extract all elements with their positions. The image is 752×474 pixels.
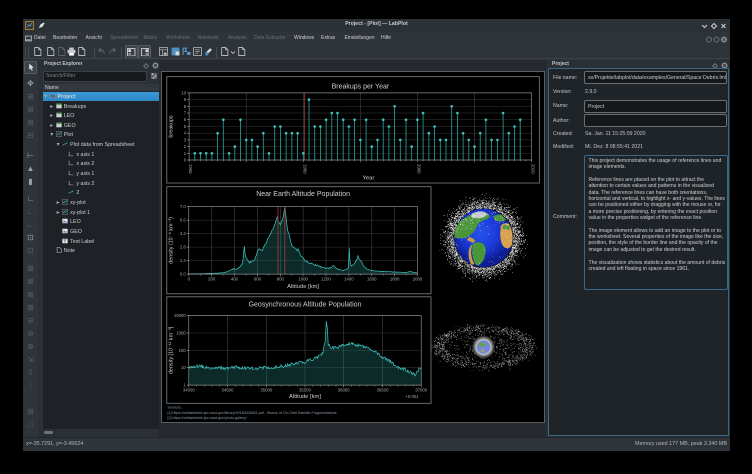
svg-text:1980: 1980 <box>302 164 307 174</box>
svg-text:density [10⁻¹² km⁻³]: density [10⁻¹² km⁻³] <box>169 326 175 374</box>
svg-text:1000: 1000 <box>298 276 308 281</box>
svg-text:34000: 34000 <box>183 387 196 392</box>
svg-text:10: 10 <box>181 365 186 370</box>
svg-text:1000: 1000 <box>176 330 186 335</box>
svg-text:34500: 34500 <box>222 387 235 392</box>
svg-text:400: 400 <box>231 276 239 281</box>
svg-text:10000: 10000 <box>174 313 187 318</box>
svg-text:1200: 1200 <box>321 276 331 281</box>
svg-text:2000: 2000 <box>416 164 421 174</box>
svg-text:36000: 36000 <box>338 387 351 392</box>
svg-text:1960: 1960 <box>188 164 193 174</box>
svg-text:[2] https://orbitaldebris.jsc.: [2] https://orbitaldebris.jsc.nasa.gov/p… <box>168 415 247 419</box>
svg-text:breakups: breakups <box>169 115 175 137</box>
svg-text:200: 200 <box>208 276 216 281</box>
svg-text:7.0: 7.0 <box>180 204 187 209</box>
svg-text:Sources:: Sources: <box>168 405 182 409</box>
svg-text:Altitude [km]: Altitude [km] <box>287 284 319 290</box>
svg-text:100: 100 <box>179 347 187 352</box>
svg-text:density (10⁻⁸ km⁻³): density (10⁻⁸ km⁻³) <box>169 216 175 263</box>
svg-text:1400: 1400 <box>344 276 354 281</box>
svg-text:2000: 2000 <box>413 276 423 281</box>
svg-text:10: 10 <box>181 90 186 95</box>
svg-text:36500: 36500 <box>377 387 390 392</box>
svg-text:1.4: 1.4 <box>180 258 187 263</box>
svg-text:Altitude [km]: Altitude [km] <box>289 394 321 400</box>
svg-text:[1] https://orbitaldebris.jsc.: [1] https://orbitaldebris.jsc.nasa.gov/l… <box>168 410 337 414</box>
svg-text:35000: 35000 <box>260 387 273 392</box>
svg-text:37000: 37000 <box>415 387 428 392</box>
svg-text:0.0: 0.0 <box>180 271 187 276</box>
svg-text:Geosynchronous Altitude Popula: Geosynchronous Altitude Population <box>249 301 362 308</box>
svg-text:Year: Year <box>363 175 375 181</box>
svg-text:2.8: 2.8 <box>180 244 187 249</box>
svg-text:1600: 1600 <box>367 276 377 281</box>
svg-text:Breakups per Year: Breakups per Year <box>332 83 390 90</box>
svg-text:800: 800 <box>277 276 285 281</box>
svg-text:Near Earth Altitude Population: Near Earth Altitude Population <box>256 191 350 198</box>
svg-text:35500: 35500 <box>299 387 312 392</box>
svg-text:5.6: 5.6 <box>180 217 187 222</box>
svg-text:2020: 2020 <box>531 164 536 174</box>
svg-text:+0.001: +0.001 <box>405 394 419 399</box>
svg-text:1800: 1800 <box>390 276 400 281</box>
svg-text:4.2: 4.2 <box>180 231 187 236</box>
svg-text:600: 600 <box>254 276 262 281</box>
